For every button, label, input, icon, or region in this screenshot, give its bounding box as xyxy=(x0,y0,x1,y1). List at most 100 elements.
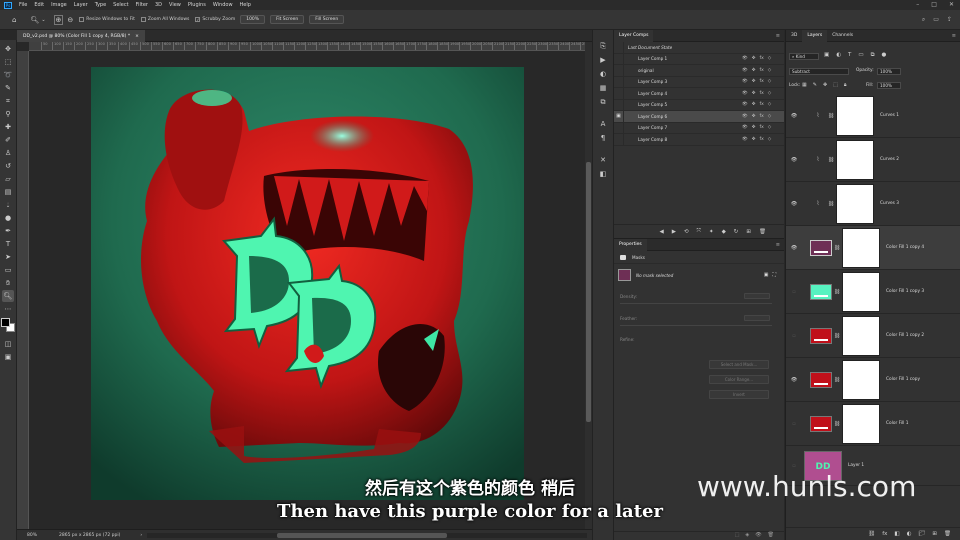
maximize-icon[interactable]: □ xyxy=(931,1,937,8)
update-appearance-icon[interactable]: ◆ xyxy=(722,229,726,235)
last-document-state-row[interactable]: Last Document State xyxy=(614,41,784,54)
previous-comp-icon[interactable]: ◀ xyxy=(659,229,663,235)
menu-view[interactable]: View xyxy=(169,2,181,8)
brush-tool-icon[interactable]: ✐ xyxy=(2,134,14,146)
visibility-empty[interactable]: ▫ xyxy=(786,289,802,295)
hand-tool-icon[interactable]: ✋︎ xyxy=(2,277,14,289)
fx-icon[interactable]: fx xyxy=(760,114,764,119)
fx-icon[interactable]: fx xyxy=(760,79,764,84)
visibility-icon[interactable]: 👁︎ xyxy=(742,56,748,61)
zoom-in-icon[interactable]: ⊕ xyxy=(53,14,64,25)
pen-tool-icon[interactable]: ✒ xyxy=(2,225,14,237)
layer-comp-row[interactable]: Layer Comp 7 👁︎ ✥ fx ◇ xyxy=(614,122,784,134)
layer-mask-thumbnail[interactable] xyxy=(842,315,880,356)
color-swatches[interactable] xyxy=(1,318,15,332)
link-chain-icon[interactable]: ⛓︎ xyxy=(832,333,842,339)
update-fx-icon[interactable]: ✦ xyxy=(709,229,714,235)
tab-layer-comps[interactable]: Layer Comps xyxy=(614,29,654,42)
update-position-icon[interactable]: ⤧ xyxy=(697,228,701,235)
menu-plugins[interactable]: Plugins xyxy=(188,2,206,8)
layer-mask-thumbnail[interactable] xyxy=(836,183,874,224)
visibility-icon[interactable]: 👁︎ xyxy=(742,79,748,84)
document-tab[interactable]: DD_v2.psd @ 80% (Color Fill 1 copy 4, RG… xyxy=(17,30,145,42)
layer-name[interactable]: Color Fill 1 xyxy=(886,421,908,426)
zoom-all-windows-checkbox[interactable]: Zoom All Windows xyxy=(140,17,189,22)
add-mask-icon[interactable]: ◧ xyxy=(894,531,899,537)
position-icon[interactable]: ✥ xyxy=(752,79,756,84)
move-tool-icon[interactable]: ✥ xyxy=(2,43,14,55)
fx-icon[interactable]: fx xyxy=(760,125,764,130)
eraser-tool-icon[interactable]: ▱ xyxy=(2,173,14,185)
opacity-field[interactable]: 100% xyxy=(877,68,901,75)
lasso-tool-icon[interactable]: ➰ xyxy=(2,69,14,81)
next-comp-icon[interactable]: ▶ xyxy=(672,229,676,235)
appearance-icon[interactable]: ◇ xyxy=(768,137,771,142)
quick-mask-icon[interactable]: ◫ xyxy=(2,338,14,350)
visibility-icon[interactable]: 👁︎ xyxy=(742,91,748,96)
adjustments-panel-icon[interactable]: ◐ xyxy=(596,68,610,80)
layer-row[interactable]: ▫ ⛓︎ Color Fill 1 copy 2 xyxy=(786,314,960,358)
position-icon[interactable]: ✥ xyxy=(752,125,756,130)
zoom-tool-icon[interactable]: 🔍︎ xyxy=(30,16,39,24)
fx-icon[interactable]: fx xyxy=(760,68,764,73)
layer-row[interactable]: ▫ ⛓︎ Color Fill 1 copy 3 xyxy=(786,270,960,314)
filter-toggle-icon[interactable]: ● xyxy=(882,52,887,59)
layer-mask-thumbnail[interactable] xyxy=(842,271,880,312)
filter-smart-object-icon[interactable]: ⧉ xyxy=(871,52,875,59)
fill-color-thumbnail[interactable] xyxy=(810,327,832,344)
link-chain-icon[interactable]: ⛓︎ xyxy=(832,289,842,295)
fit-screen-button[interactable]: Fit Screen xyxy=(270,15,305,24)
layer-comp-row[interactable]: Layer Comp 8 👁︎ ✥ fx ◇ xyxy=(614,133,784,146)
layer-mask-thumbnail[interactable] xyxy=(842,403,880,444)
panel-menu-icon[interactable]: ≡ xyxy=(952,30,956,42)
visibility-empty[interactable]: ▫ xyxy=(786,333,802,339)
load-selection-icon[interactable]: ⬚ xyxy=(735,532,740,540)
layer-name[interactable]: Color Fill 1 copy 4 xyxy=(886,245,924,250)
visibility-eye-icon[interactable]: 👁︎ xyxy=(786,201,802,207)
visibility-eye-icon[interactable]: 👁︎ xyxy=(786,245,802,251)
menu-image[interactable]: Image xyxy=(51,2,67,8)
tab-properties[interactable]: Properties xyxy=(614,238,647,251)
character-panel-icon[interactable]: A xyxy=(596,118,610,130)
menu-edit[interactable]: Edit xyxy=(34,2,44,8)
fx-icon[interactable]: fx xyxy=(760,56,764,61)
fill-color-thumbnail[interactable] xyxy=(810,371,832,388)
paragraph-panel-icon[interactable]: ¶ xyxy=(596,132,610,144)
visibility-eye-icon[interactable]: 👁︎ xyxy=(786,157,802,163)
link-chain-icon[interactable]: ⛓︎ xyxy=(832,421,842,427)
fill-color-thumbnail[interactable] xyxy=(810,415,832,432)
libraries-panel-icon[interactable]: ◧ xyxy=(596,168,610,180)
lock-all-icon[interactable]: 🔒︎ xyxy=(844,82,847,88)
close-tab-icon[interactable]: × xyxy=(135,34,139,39)
comp-checkbox[interactable] xyxy=(614,122,624,134)
visibility-eye-icon[interactable]: 👁︎ xyxy=(786,377,802,383)
lock-artboard-icon[interactable]: ⬚ xyxy=(833,82,838,88)
appearance-icon[interactable]: ◇ xyxy=(768,102,771,107)
layer-row[interactable]: 👁︎ ⛓︎ Color Fill 1 copy xyxy=(786,358,960,402)
status-scroll-track[interactable] xyxy=(147,533,587,538)
appearance-icon[interactable]: ◇ xyxy=(768,68,771,73)
vector-mask-icon[interactable]: ⛶ xyxy=(772,272,776,278)
appearance-icon[interactable]: ◇ xyxy=(768,56,771,61)
comp-checkbox[interactable] xyxy=(614,53,624,65)
layer-name[interactable]: Curves 3 xyxy=(880,201,899,206)
dodge-tool-icon[interactable]: ● xyxy=(2,212,14,224)
zoom-tool-active-icon[interactable]: 🔍︎ xyxy=(2,290,14,302)
comp-checkbox-checked[interactable]: ▣ xyxy=(614,110,624,122)
zoom-100-button[interactable]: 100% xyxy=(240,15,266,24)
workspace-icon[interactable]: ▭ xyxy=(933,16,939,24)
density-slider[interactable] xyxy=(620,303,772,304)
layer-comp-row-selected[interactable]: ▣ Layer Comp 6 👁︎ ✥ fx ◇ xyxy=(614,110,784,123)
select-and-mask-button[interactable]: Select and Mask... xyxy=(709,360,769,369)
lock-transparency-icon[interactable]: ▦ xyxy=(802,82,807,88)
share-icon[interactable]: ⇪ xyxy=(947,16,952,24)
scrollbar-thumb[interactable] xyxy=(586,162,591,422)
layer-name[interactable]: Color Fill 1 copy 2 xyxy=(886,333,924,338)
menu-3d[interactable]: 3D xyxy=(155,2,162,8)
quick-select-tool-icon[interactable]: ✎ xyxy=(2,82,14,94)
comp-checkbox[interactable] xyxy=(614,99,624,111)
eyedropper-tool-icon[interactable]: ⚲ xyxy=(2,108,14,120)
vertical-scrollbar[interactable] xyxy=(585,42,592,529)
menu-layer[interactable]: Layer xyxy=(74,2,88,8)
status-scroll-thumb[interactable] xyxy=(277,533,447,538)
